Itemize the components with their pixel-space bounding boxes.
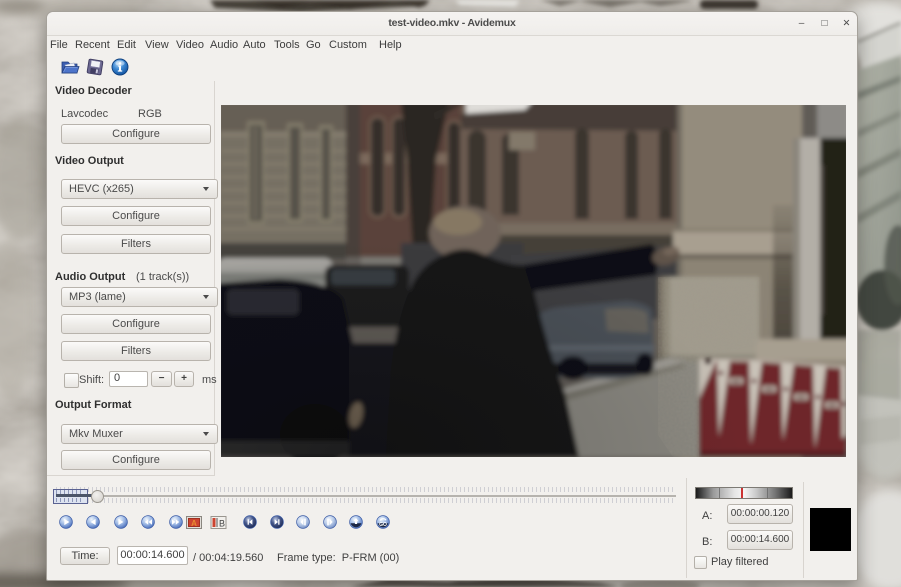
svg-text:GO: GO	[379, 522, 387, 528]
svg-text:A: A	[191, 519, 197, 528]
svg-text:B: B	[219, 519, 225, 529]
